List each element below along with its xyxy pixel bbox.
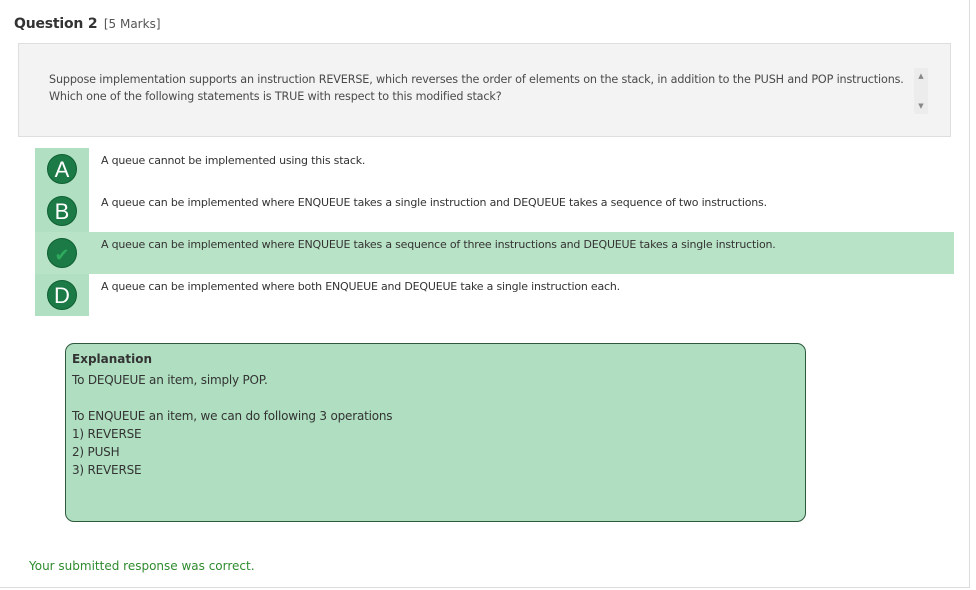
question-box: Suppose implementation supports an instr… [18, 43, 951, 137]
question-text: Suppose implementation supports an instr… [49, 73, 904, 103]
option-d-text: A queue can be implemented where both EN… [101, 280, 620, 293]
option-d-bubble[interactable]: D [47, 280, 77, 310]
question-header: Question 2 [5 Marks] [14, 16, 161, 32]
option-c-bubble[interactable]: ✔ [47, 238, 77, 268]
option-a[interactable]: A A queue cannot be implemented using th… [35, 148, 954, 190]
question-title: Question 2 [14, 16, 98, 32]
feedback-message: Your submitted response was correct. [29, 559, 255, 573]
option-b[interactable]: B A queue can be implemented where ENQUE… [35, 190, 954, 232]
explanation-line: 1) REVERSE [72, 427, 142, 441]
option-a-bubble[interactable]: A [47, 154, 77, 184]
question-marks: [5 Marks] [103, 17, 161, 31]
option-c[interactable]: ✔ A queue can be implemented where ENQUE… [35, 232, 954, 274]
explanation-box: Explanation To DEQUEUE an item, simply P… [65, 343, 806, 522]
option-b-text: A queue can be implemented where ENQUEUE… [101, 196, 767, 209]
explanation-line: 2) PUSH [72, 445, 120, 459]
check-icon: ✔ [54, 245, 70, 265]
explanation-line: To DEQUEUE an item, simply POP. [72, 373, 268, 387]
explanation-line: To ENQUEUE an item, we can do following … [72, 409, 393, 423]
explanation-line: 3) REVERSE [72, 463, 142, 477]
option-b-bubble[interactable]: B [47, 196, 77, 226]
scroll-up-icon[interactable]: ▲ [914, 70, 928, 82]
option-c-text: A queue can be implemented where ENQUEUE… [101, 238, 776, 251]
scroll-down-icon[interactable]: ▼ [914, 100, 928, 112]
question-scrollbar[interactable]: ▲ ▼ [914, 68, 928, 114]
explanation-title: Explanation [72, 352, 153, 366]
option-d[interactable]: D A queue can be implemented where both … [35, 274, 954, 316]
option-a-text: A queue cannot be implemented using this… [101, 154, 366, 167]
